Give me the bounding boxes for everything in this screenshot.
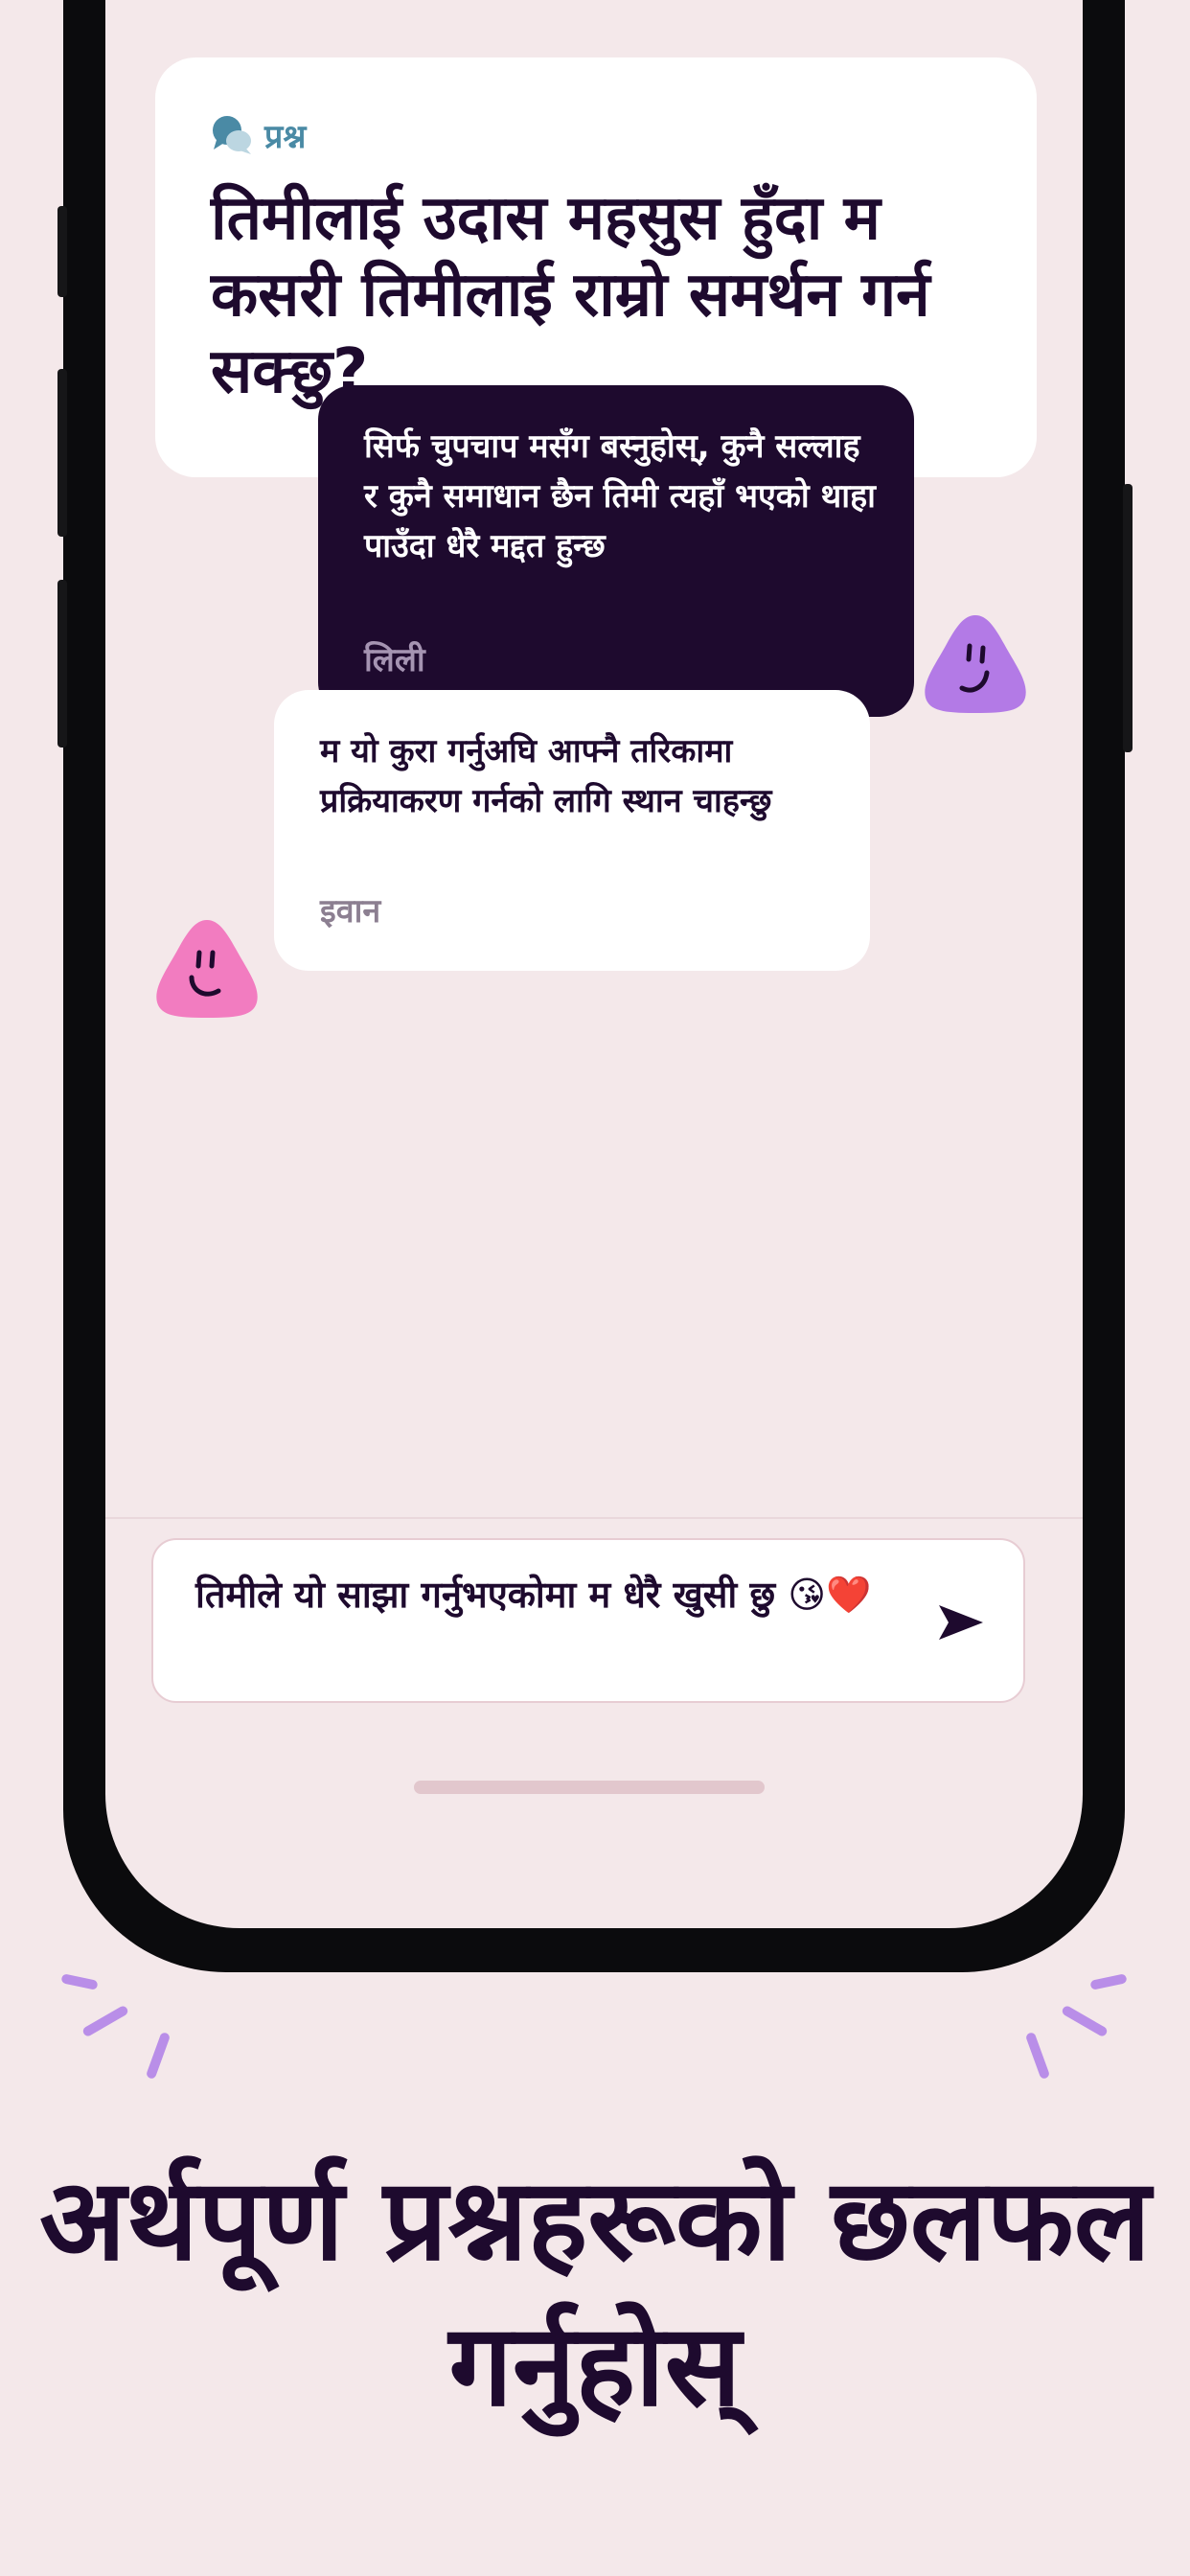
headline: अर्थपूर्ण प्रश्नहरूको छलफल गर्नुहोस् <box>39 2153 1151 2431</box>
sparkle-mark <box>1060 2004 1110 2038</box>
answer-text: सिर्फ चुपचाप मसँग बस्नुहोस्, कुनै सल्लाह… <box>364 427 876 565</box>
question-tag: प्रश्न <box>211 113 306 157</box>
phone-power-button <box>1123 484 1133 752</box>
answer-bubble-ivan[interactable]: म यो कुरा गर्नुअघि आफ्नै तरिकामा प्रक्रि… <box>274 690 870 971</box>
composer-divider <box>105 1517 1083 1519</box>
speech-bubble-icon <box>213 116 251 154</box>
question-text: तिमीलाई उदास महसुस हुँदा म कसरी तिमीलाई … <box>211 183 930 407</box>
answer-author: लिली <box>364 641 425 679</box>
answer-text: म यो कुरा गर्नुअघि आफ्नै तरिकामा प्रक्रि… <box>320 732 772 820</box>
sparkle-mark <box>1089 1973 1128 1990</box>
sparkle-mark <box>1024 2031 1051 2081</box>
avatar-ivan <box>156 920 258 1018</box>
avatar-lily <box>925 615 1026 713</box>
sparkle-mark <box>60 1973 99 1990</box>
home-indicator[interactable] <box>414 1781 765 1794</box>
sparkle-mark <box>80 2004 130 2038</box>
phone-volume-down-button <box>57 580 67 748</box>
answer-bubble-lily[interactable]: सिर्फ चुपचाप मसँग बस्नुहोस्, कुनै सल्लाह… <box>318 385 914 717</box>
phone-screen: प्रश्न तिमीलाई उदास महसुस हुँदा म कसरी त… <box>105 0 1083 1928</box>
phone-volume-up-button <box>57 369 67 537</box>
answer-author: इवान <box>320 892 381 931</box>
message-input[interactable]: तिमीले यो साझा गर्नुभएकोमा म धेरै खुसी छ… <box>151 1538 1025 1703</box>
send-arrow-icon[interactable] <box>933 1596 987 1649</box>
question-tag-label: प्रश्न <box>264 118 307 156</box>
message-input-value: तिमीले यो साझा गर्नुभएकोमा म धेरै खुसी छ… <box>195 1574 872 1616</box>
phone-side-button <box>57 206 67 297</box>
sparkle-mark <box>145 2031 172 2081</box>
